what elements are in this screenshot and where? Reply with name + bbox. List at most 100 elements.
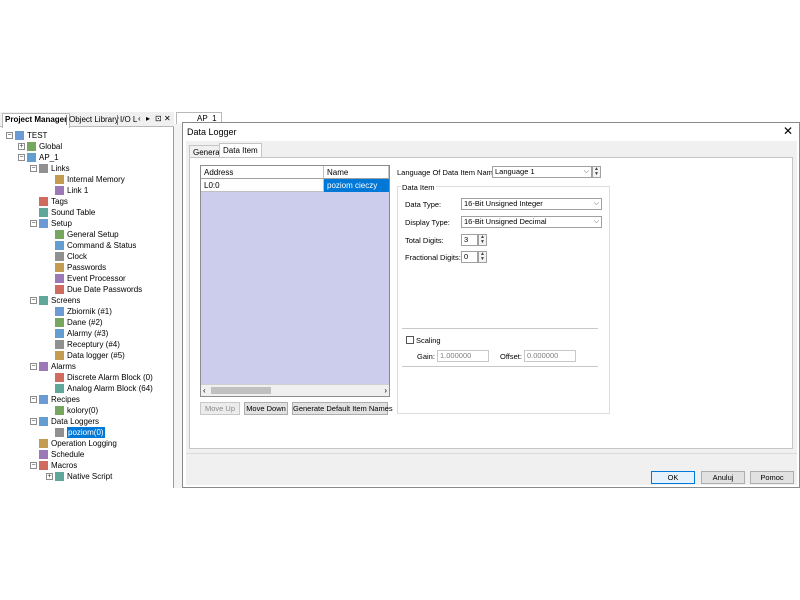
data-type-value: 16-Bit Unsigned Integer: [464, 199, 543, 208]
tree-node-icon: [55, 175, 64, 184]
tree-item-label: Command & Status: [67, 241, 137, 250]
tab-scroll-right-icon[interactable]: ▸: [146, 114, 150, 124]
expand-icon[interactable]: +: [18, 143, 25, 150]
tree-node-icon: [39, 395, 48, 404]
tree-node-icon: [55, 384, 64, 393]
expand-icon[interactable]: +: [46, 473, 53, 480]
tab-io[interactable]: I/O L: [118, 114, 139, 126]
grid-horizontal-scrollbar[interactable]: ‹ ›: [201, 384, 389, 396]
tree-item-label: Global: [39, 142, 63, 151]
tree-item-label: Passwords: [67, 263, 107, 272]
display-type-label: Display Type:: [405, 218, 450, 227]
chevron-down-icon: ⌵: [593, 218, 599, 225]
column-header-name[interactable]: Name: [324, 166, 389, 179]
tree-node-icon: [39, 362, 48, 371]
collapse-icon[interactable]: −: [30, 418, 37, 425]
tree-item-label: Sound Table: [51, 208, 96, 217]
tree-node-icon: [39, 296, 48, 305]
tab-object-library[interactable]: Object Library: [67, 114, 121, 126]
collapse-icon[interactable]: −: [30, 165, 37, 172]
collapse-icon[interactable]: −: [6, 132, 13, 139]
move-down-button[interactable]: Move Down: [244, 402, 288, 415]
data-logger-dialog: Data Logger ✕ General Data Item Address …: [182, 122, 800, 488]
pin-icon[interactable]: ⊡: [155, 114, 162, 124]
display-type-value: 16-Bit Unsigned Decimal: [464, 217, 547, 226]
data-item-group-label: Data Item: [401, 183, 436, 192]
scaling-checkbox[interactable]: [406, 336, 414, 344]
separator: [402, 366, 598, 367]
tree-node-icon: [55, 340, 64, 349]
footer-separator: [186, 453, 797, 454]
separator: [402, 328, 598, 329]
tree-node-icon: [55, 472, 64, 481]
data-item-grid[interactable]: Address Name L0:0 poziom cieczy ‹ ›: [200, 165, 390, 397]
scroll-left-icon[interactable]: ‹: [203, 385, 206, 396]
tree-item-label: Screens: [51, 296, 81, 305]
tab-project-manager[interactable]: Project Manager: [2, 113, 71, 128]
tree-item-label: Zbiornik (#1): [67, 307, 112, 316]
total-digits-spin[interactable]: ▲ ▼: [478, 234, 487, 246]
tree-node-icon: [55, 285, 64, 294]
total-digits-label: Total Digits:: [405, 236, 444, 245]
data-type-select[interactable]: 16-Bit Unsigned Integer ⌵: [461, 198, 602, 210]
move-up-button[interactable]: Move Up: [200, 402, 240, 415]
cell-address[interactable]: L0:0: [201, 179, 324, 192]
scaling-label: Scaling: [416, 336, 441, 345]
tree-item-label: Data logger (#5): [67, 351, 125, 360]
tree-item-label: Native Script: [67, 472, 113, 481]
tree-node-icon: [55, 351, 64, 360]
display-type-select[interactable]: 16-Bit Unsigned Decimal ⌵: [461, 216, 602, 228]
dialog-close-icon[interactable]: ✕: [783, 125, 793, 137]
tree-item-label: AP_1: [39, 153, 59, 162]
column-header-address[interactable]: Address: [201, 166, 324, 179]
dialog-body: General Data Item Address Name L0:0 pozi…: [186, 141, 797, 485]
language-spin[interactable]: ▲ ▼: [592, 166, 601, 178]
tree-node-icon: [39, 208, 48, 217]
tree-node-icon: [15, 131, 24, 140]
tree-item-label: Schedule: [51, 450, 85, 459]
language-label: Language Of Data Item Name:: [397, 168, 500, 177]
help-button[interactable]: Pomoc: [750, 471, 794, 484]
chevron-down-icon: ⌵: [593, 200, 599, 207]
tree-node-icon: [39, 197, 48, 206]
scroll-right-icon[interactable]: ›: [384, 385, 387, 396]
tree-item-label: Recipes: [51, 395, 80, 404]
tree-node-icon: [55, 230, 64, 239]
fractional-digits-input[interactable]: 0: [461, 251, 478, 263]
collapse-icon[interactable]: −: [18, 154, 25, 161]
language-value: Language 1: [495, 167, 535, 176]
tree-node-icon: [55, 406, 64, 415]
total-digits-input[interactable]: 3: [461, 234, 478, 246]
collapse-icon[interactable]: −: [30, 396, 37, 403]
dialog-title: Data Logger: [187, 127, 237, 137]
tree-node-icon: [27, 153, 36, 162]
cancel-button[interactable]: Anuluj: [701, 471, 745, 484]
tree-item-label: Discrete Alarm Block (0): [67, 373, 153, 382]
tree-node-icon: [55, 373, 64, 382]
collapse-icon[interactable]: −: [30, 363, 37, 370]
tree-node-icon: [39, 164, 48, 173]
chevron-down-icon: ⌵: [583, 168, 589, 175]
tree-node-icon: [55, 252, 64, 261]
fractional-digits-spin[interactable]: ▲ ▼: [478, 251, 487, 263]
tree-node-icon: [55, 318, 64, 327]
collapse-icon[interactable]: −: [30, 220, 37, 227]
gain-input[interactable]: 1.000000: [437, 350, 489, 362]
offset-input[interactable]: 0.000000: [524, 350, 576, 362]
language-select[interactable]: Language 1 ⌵: [492, 166, 592, 178]
ok-button[interactable]: OK: [651, 471, 695, 484]
offset-label: Offset:: [500, 352, 522, 361]
tree-item-label: Receptury (#4): [67, 340, 120, 349]
collapse-icon[interactable]: −: [30, 462, 37, 469]
tree-item-label: poziom(0): [67, 427, 105, 438]
tree-node-icon: [39, 219, 48, 228]
tree-node-icon: [55, 428, 64, 437]
generate-names-button[interactable]: Generate Default Item Names: [292, 402, 393, 415]
tab-scroll-left-icon[interactable]: ‹: [138, 114, 141, 124]
cell-name[interactable]: poziom cieczy: [324, 179, 389, 192]
scroll-thumb[interactable]: [211, 387, 271, 394]
tree-node-icon: [27, 142, 36, 151]
collapse-icon[interactable]: −: [30, 297, 37, 304]
close-icon[interactable]: ✕: [164, 114, 171, 124]
tree-item-label: kolory(0): [67, 406, 99, 415]
